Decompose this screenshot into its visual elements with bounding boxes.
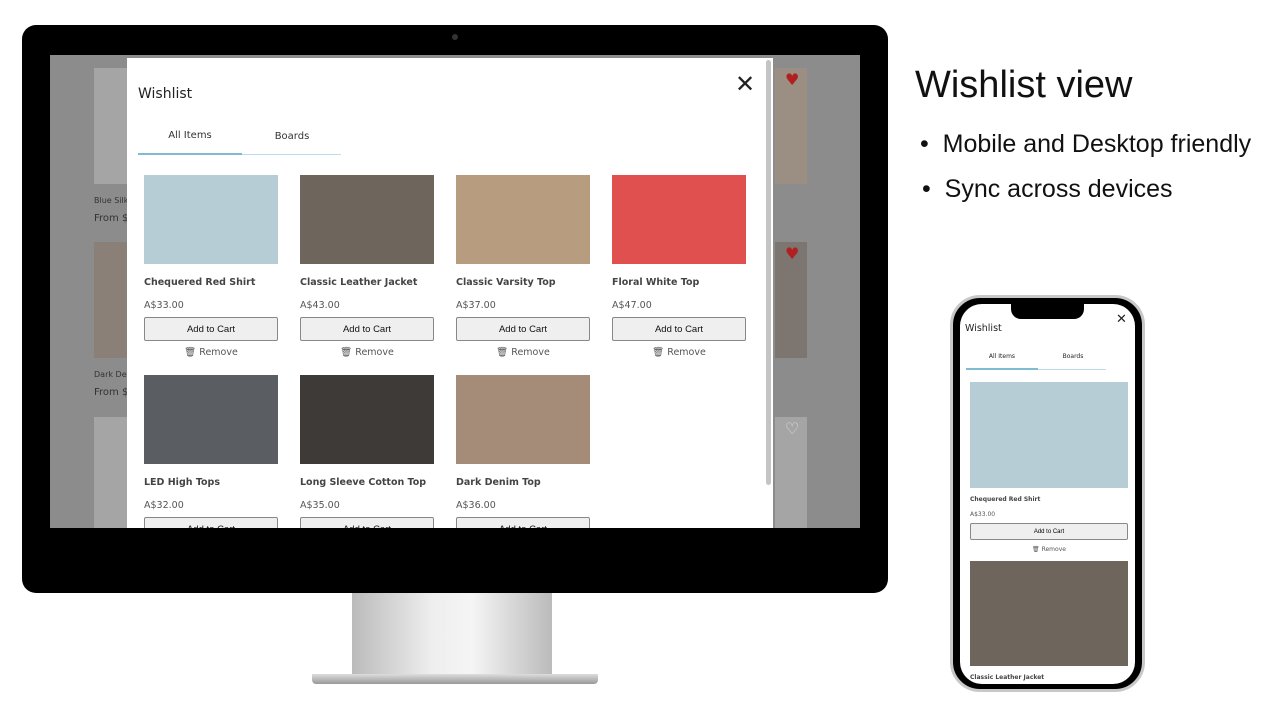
scrollbar[interactable] [766, 60, 771, 485]
heart-icon[interactable]: ♥ [785, 70, 799, 89]
product-name[interactable]: Classic Leather Jacket [300, 277, 434, 288]
background-product-name: Blue Silk [94, 196, 129, 205]
trash-icon: 🗑 [652, 347, 665, 358]
product-name[interactable]: Dark Denim Top [456, 477, 590, 488]
heart-outline-icon[interactable]: ♡ [785, 419, 799, 438]
product-name[interactable]: Chequered Red Shirt [144, 277, 278, 288]
remove-button[interactable]: 🗑 Remove [456, 347, 590, 358]
modal-title: Wishlist [138, 86, 193, 102]
add-to-cart-button[interactable]: Add to Cart [456, 317, 590, 341]
product-image[interactable] [970, 382, 1128, 488]
tab-boards[interactable]: Boards [240, 131, 344, 142]
product-name[interactable]: LED High Tops [144, 477, 278, 488]
product-price: A$36.00 [456, 500, 496, 511]
slide-headline: Wishlist view [915, 64, 1133, 106]
remove-button[interactable]: 🗑 Remove [300, 347, 434, 358]
close-icon[interactable]: ✕ [1116, 312, 1127, 327]
add-to-cart-button[interactable]: Add to Cart [300, 517, 434, 528]
bullet-1: • Mobile and Desktop friendly [920, 130, 1252, 158]
close-icon[interactable]: ✕ [735, 70, 755, 98]
modal-title: Wishlist [965, 323, 1002, 334]
phone-screen: Wishlist ✕ All Items Boards Chequered Re… [960, 304, 1135, 684]
product-name[interactable]: Classic Varsity Top [456, 277, 590, 288]
product-name[interactable]: Classic Leather Jacket [970, 674, 1044, 681]
remove-button[interactable]: 🗑 Remove [612, 347, 746, 358]
product-price: A$33.00 [970, 511, 996, 518]
product-price: A$33.00 [144, 300, 184, 311]
tab-boards[interactable]: Boards [1038, 353, 1108, 360]
wishlist-item: Long Sleeve Cotton Top A$35.00 Add to Ca… [300, 375, 434, 528]
background-product-price: From $ [94, 387, 129, 398]
monitor-stand [352, 593, 552, 675]
add-to-cart-button[interactable]: Add to Cart [144, 517, 278, 528]
product-image[interactable] [144, 175, 278, 264]
product-image[interactable] [144, 375, 278, 464]
remove-label: Remove [667, 347, 706, 358]
product-image[interactable] [300, 175, 434, 264]
remove-label: Remove [355, 347, 394, 358]
trash-icon: 🗑 [184, 347, 197, 358]
phone-notch [1011, 303, 1084, 319]
product-image[interactable] [300, 375, 434, 464]
remove-label: Remove [511, 347, 550, 358]
background-product-price: From $ [94, 213, 129, 224]
tab-all-items[interactable]: All Items [138, 130, 242, 141]
trash-icon: 🗑 [1032, 546, 1040, 553]
wishlist-modal: Wishlist ✕ All Items Boards Chequered Re… [127, 58, 773, 528]
add-to-cart-button[interactable]: Add to Cart [612, 317, 746, 341]
wishlist-item: Classic Varsity Top A$37.00 Add to Cart … [456, 175, 590, 358]
remove-label: Remove [199, 347, 238, 358]
wishlist-item: Chequered Red Shirt A$33.00 Add to Cart … [144, 175, 278, 358]
trash-icon: 🗑 [496, 347, 509, 358]
trash-icon: 🗑 [340, 347, 353, 358]
wishlist-item: Floral White Top A$47.00 Add to Cart 🗑 R… [612, 175, 746, 358]
camera [452, 34, 458, 40]
product-price: A$43.00 [300, 300, 340, 311]
product-price: A$32.00 [144, 500, 184, 511]
product-price: A$47.00 [612, 300, 652, 311]
product-name[interactable]: Long Sleeve Cotton Top [300, 477, 434, 488]
active-tab-indicator [966, 368, 1038, 370]
bullet-text: Sync across devices [944, 175, 1173, 203]
bullet-text: Mobile and Desktop friendly [942, 130, 1252, 158]
product-name[interactable]: Chequered Red Shirt [970, 496, 1040, 503]
wishlist-item: Dark Denim Top A$36.00 Add to Cart 🗑 Rem… [456, 375, 590, 528]
add-to-cart-button[interactable]: Add to Cart [300, 317, 434, 341]
remove-label: Remove [1041, 546, 1066, 553]
remove-button[interactable]: 🗑 Remove [970, 546, 1128, 553]
tab-all-items[interactable]: All Items [966, 353, 1038, 360]
heart-icon[interactable]: ♥ [785, 244, 799, 263]
product-name[interactable]: Floral White Top [612, 277, 746, 288]
add-to-cart-button[interactable]: Add to Cart [970, 523, 1128, 540]
monitor-base [312, 674, 598, 684]
product-image[interactable] [970, 561, 1128, 666]
product-image[interactable] [456, 375, 590, 464]
add-to-cart-button[interactable]: Add to Cart [456, 517, 590, 528]
product-price: A$35.00 [300, 500, 340, 511]
bullet-2: • Sync across devices [922, 175, 1173, 203]
wishlist-item: Classic Leather Jacket A$43.00 Add to Ca… [300, 175, 434, 358]
product-price: A$37.00 [456, 300, 496, 311]
active-tab-indicator [138, 153, 242, 155]
product-image[interactable] [612, 175, 746, 264]
add-to-cart-button[interactable]: Add to Cart [144, 317, 278, 341]
product-image[interactable] [456, 175, 590, 264]
remove-button[interactable]: 🗑 Remove [144, 347, 278, 358]
wishlist-item: LED High Tops A$32.00 Add to Cart 🗑 Remo… [144, 375, 278, 528]
